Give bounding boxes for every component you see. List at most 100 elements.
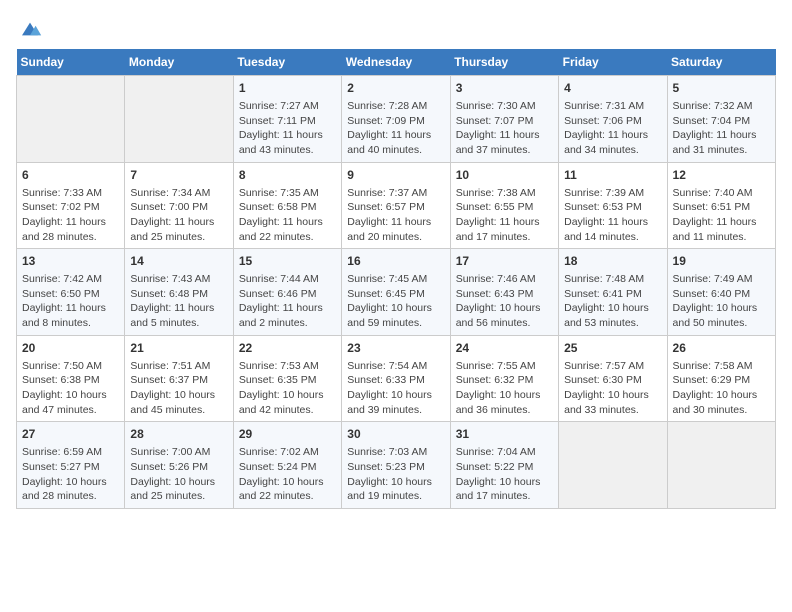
- day-info: Sunrise: 7:51 AM Sunset: 6:37 PM Dayligh…: [130, 359, 227, 418]
- header-day-friday: Friday: [559, 49, 667, 76]
- day-info: Sunrise: 7:54 AM Sunset: 6:33 PM Dayligh…: [347, 359, 444, 418]
- day-number: 10: [456, 167, 553, 184]
- day-info: Sunrise: 7:32 AM Sunset: 7:04 PM Dayligh…: [673, 99, 770, 158]
- day-info: Sunrise: 7:49 AM Sunset: 6:40 PM Dayligh…: [673, 272, 770, 331]
- day-info: Sunrise: 7:27 AM Sunset: 7:11 PM Dayligh…: [239, 99, 336, 158]
- day-number: 15: [239, 253, 336, 270]
- calendar-cell: 28 Sunrise: 7:00 AM Sunset: 5:26 PM Dayli…: [125, 422, 233, 509]
- day-number: 31: [456, 426, 553, 443]
- calendar-cell: [559, 422, 667, 509]
- day-number: 29: [239, 426, 336, 443]
- day-info: Sunrise: 7:28 AM Sunset: 7:09 PM Dayligh…: [347, 99, 444, 158]
- calendar-cell: 19 Sunrise: 7:49 AM Sunset: 6:40 PM Dayli…: [667, 249, 775, 336]
- day-info: Sunrise: 7:39 AM Sunset: 6:53 PM Dayligh…: [564, 186, 661, 245]
- calendar-table: SundayMondayTuesdayWednesdayThursdayFrid…: [16, 49, 776, 509]
- day-info: Sunrise: 7:50 AM Sunset: 6:38 PM Dayligh…: [22, 359, 119, 418]
- day-info: Sunrise: 7:38 AM Sunset: 6:55 PM Dayligh…: [456, 186, 553, 245]
- day-number: 3: [456, 80, 553, 97]
- calendar-cell: 17Sunrise: 7:46 AM Sunset: 6:43 PM Dayli…: [450, 249, 558, 336]
- header-day-tuesday: Tuesday: [233, 49, 341, 76]
- day-number: 20: [22, 340, 119, 357]
- header-day-saturday: Saturday: [667, 49, 775, 76]
- day-number: 8: [239, 167, 336, 184]
- calendar-cell: 10 Sunrise: 7:38 AM Sunset: 6:55 PM Dayli…: [450, 162, 558, 249]
- day-info: Sunrise: 7:30 AM Sunset: 7:07 PM Dayligh…: [456, 99, 553, 158]
- calendar-cell: [667, 422, 775, 509]
- calendar-cell: 11Sunrise: 7:39 AM Sunset: 6:53 PM Dayli…: [559, 162, 667, 249]
- calendar-cell: 15 Sunrise: 7:44 AM Sunset: 6:46 PM Dayli…: [233, 249, 341, 336]
- day-info: Sunrise: 7:03 AM Sunset: 5:23 PM Dayligh…: [347, 445, 444, 504]
- calendar-cell: 27 Sunrise: 6:59 AM Sunset: 5:27 PM Dayli…: [17, 422, 125, 509]
- day-info: Sunrise: 7:57 AM Sunset: 6:30 PM Dayligh…: [564, 359, 661, 418]
- calendar-cell: 8 Sunrise: 7:35 AM Sunset: 6:58 PM Daylig…: [233, 162, 341, 249]
- day-info: Sunrise: 7:35 AM Sunset: 6:58 PM Dayligh…: [239, 186, 336, 245]
- day-number: 24: [456, 340, 553, 357]
- day-info: Sunrise: 7:42 AM Sunset: 6:50 PM Dayligh…: [22, 272, 119, 331]
- day-number: 4: [564, 80, 661, 97]
- calendar-cell: 18Sunrise: 7:48 AM Sunset: 6:41 PM Dayli…: [559, 249, 667, 336]
- day-number: 9: [347, 167, 444, 184]
- day-number: 1: [239, 80, 336, 97]
- day-number: 23: [347, 340, 444, 357]
- day-info: Sunrise: 7:53 AM Sunset: 6:35 PM Dayligh…: [239, 359, 336, 418]
- day-number: 2: [347, 80, 444, 97]
- day-number: 27: [22, 426, 119, 443]
- day-info: Sunrise: 7:43 AM Sunset: 6:48 PM Dayligh…: [130, 272, 227, 331]
- logo-text: [16, 16, 42, 41]
- day-info: Sunrise: 7:04 AM Sunset: 5:22 PM Dayligh…: [456, 445, 553, 504]
- day-number: 21: [130, 340, 227, 357]
- calendar-cell: 9 Sunrise: 7:37 AM Sunset: 6:57 PM Daylig…: [342, 162, 450, 249]
- day-info: Sunrise: 7:48 AM Sunset: 6:41 PM Dayligh…: [564, 272, 661, 331]
- calendar-cell: 13 Sunrise: 7:42 AM Sunset: 6:50 PM Dayli…: [17, 249, 125, 336]
- day-info: Sunrise: 7:37 AM Sunset: 6:57 PM Dayligh…: [347, 186, 444, 245]
- day-info: Sunrise: 7:55 AM Sunset: 6:32 PM Dayligh…: [456, 359, 553, 418]
- day-info: Sunrise: 7:34 AM Sunset: 7:00 PM Dayligh…: [130, 186, 227, 245]
- calendar-cell: 25 Sunrise: 7:57 AM Sunset: 6:30 PM Dayli…: [559, 335, 667, 422]
- header-day-sunday: Sunday: [17, 49, 125, 76]
- logo-icon: [18, 17, 42, 41]
- day-number: 26: [673, 340, 770, 357]
- calendar-cell: 22 Sunrise: 7:53 AM Sunset: 6:35 PM Dayli…: [233, 335, 341, 422]
- header-row: SundayMondayTuesdayWednesdayThursdayFrid…: [17, 49, 776, 76]
- calendar-cell: 29 Sunrise: 7:02 AM Sunset: 5:24 PM Dayli…: [233, 422, 341, 509]
- calendar-cell: 26 Sunrise: 7:58 AM Sunset: 6:29 PM Dayli…: [667, 335, 775, 422]
- calendar-cell: 12 Sunrise: 7:40 AM Sunset: 6:51 PM Dayli…: [667, 162, 775, 249]
- day-info: Sunrise: 7:31 AM Sunset: 7:06 PM Dayligh…: [564, 99, 661, 158]
- day-info: Sunrise: 7:46 AM Sunset: 6:43 PM Dayligh…: [456, 272, 553, 331]
- day-number: 25: [564, 340, 661, 357]
- calendar-cell: 3 Sunrise: 7:30 AM Sunset: 7:07 PM Daylig…: [450, 76, 558, 163]
- day-number: 13: [22, 253, 119, 270]
- week-row-1: 1 Sunrise: 7:27 AM Sunset: 7:11 PM Daylig…: [17, 76, 776, 163]
- week-row-5: 27 Sunrise: 6:59 AM Sunset: 5:27 PM Dayli…: [17, 422, 776, 509]
- header-day-thursday: Thursday: [450, 49, 558, 76]
- calendar-cell: [17, 76, 125, 163]
- calendar-cell: 24 Sunrise: 7:55 AM Sunset: 6:32 PM Dayli…: [450, 335, 558, 422]
- calendar-cell: 31 Sunrise: 7:04 AM Sunset: 5:22 PM Dayli…: [450, 422, 558, 509]
- day-info: Sunrise: 6:59 AM Sunset: 5:27 PM Dayligh…: [22, 445, 119, 504]
- day-number: 19: [673, 253, 770, 270]
- day-number: 5: [673, 80, 770, 97]
- day-info: Sunrise: 7:00 AM Sunset: 5:26 PM Dayligh…: [130, 445, 227, 504]
- calendar-cell: 5 Sunrise: 7:32 AM Sunset: 7:04 PM Daylig…: [667, 76, 775, 163]
- day-number: 12: [673, 167, 770, 184]
- page-header: [16, 16, 776, 41]
- day-info: Sunrise: 7:44 AM Sunset: 6:46 PM Dayligh…: [239, 272, 336, 331]
- day-number: 30: [347, 426, 444, 443]
- day-info: Sunrise: 7:33 AM Sunset: 7:02 PM Dayligh…: [22, 186, 119, 245]
- calendar-cell: 1 Sunrise: 7:27 AM Sunset: 7:11 PM Daylig…: [233, 76, 341, 163]
- header-day-monday: Monday: [125, 49, 233, 76]
- day-info: Sunrise: 7:40 AM Sunset: 6:51 PM Dayligh…: [673, 186, 770, 245]
- day-number: 22: [239, 340, 336, 357]
- week-row-3: 13 Sunrise: 7:42 AM Sunset: 6:50 PM Dayli…: [17, 249, 776, 336]
- calendar-cell: 16Sunrise: 7:45 AM Sunset: 6:45 PM Dayli…: [342, 249, 450, 336]
- calendar-cell: 4 Sunrise: 7:31 AM Sunset: 7:06 PM Daylig…: [559, 76, 667, 163]
- calendar-cell: 23 Sunrise: 7:54 AM Sunset: 6:33 PM Dayli…: [342, 335, 450, 422]
- day-info: Sunrise: 7:02 AM Sunset: 5:24 PM Dayligh…: [239, 445, 336, 504]
- week-row-2: 6Sunrise: 7:33 AM Sunset: 7:02 PM Daylig…: [17, 162, 776, 249]
- day-number: 7: [130, 167, 227, 184]
- header-day-wednesday: Wednesday: [342, 49, 450, 76]
- day-info: Sunrise: 7:58 AM Sunset: 6:29 PM Dayligh…: [673, 359, 770, 418]
- day-number: 16: [347, 253, 444, 270]
- day-number: 28: [130, 426, 227, 443]
- calendar-cell: 20 Sunrise: 7:50 AM Sunset: 6:38 PM Dayli…: [17, 335, 125, 422]
